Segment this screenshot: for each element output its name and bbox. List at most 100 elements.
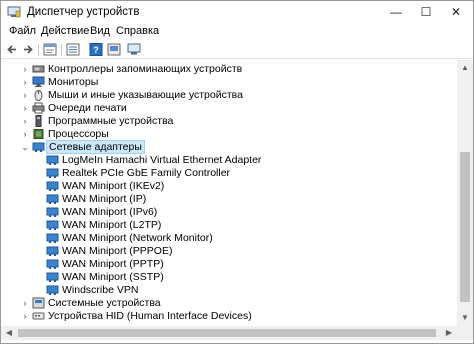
adapter-item[interactable]: WAN Miniport (PPPOE) — [1, 245, 441, 258]
hid-icon — [32, 312, 45, 320]
network-adapter-icon — [46, 246, 59, 256]
tree-category[interactable]: › Контроллеры запоминающих устройств — [1, 63, 441, 76]
processor-icon — [33, 129, 44, 139]
network-adapter-icon — [46, 285, 59, 295]
svg-text:?: ? — [93, 45, 99, 55]
expand-chevron-icon[interactable]: › — [20, 63, 30, 76]
adapter-item[interactable]: LogMeIn Hamachi Virtual Ethernet Adapter — [1, 154, 441, 167]
monitor-icon — [32, 76, 45, 87]
network-adapter-icon — [46, 233, 59, 243]
adapter-label: WAN Miniport (Network Monitor) — [62, 232, 213, 244]
network-adapter-icon — [46, 194, 59, 204]
adapter-item[interactable]: WAN Miniport (SSTP) — [1, 271, 441, 284]
adapter-item[interactable]: Windscribe VPN — [1, 284, 441, 297]
scroll-left-arrow-icon[interactable]: ◀ — [1, 326, 17, 340]
scroll-right-arrow-icon[interactable]: ▶ — [441, 326, 457, 340]
toolbar: ? — [1, 41, 473, 59]
adapter-label: Realtek PCIe GbE Family Controller — [62, 167, 231, 179]
adapter-label: WAN Miniport (PPPOE) — [62, 245, 173, 257]
tree-category-label: Очереди печати — [48, 102, 127, 114]
menu-bar: Файл Действие Вид Справка — [1, 23, 473, 41]
tree-category[interactable]: › Очереди печати — [1, 102, 441, 115]
menu-help[interactable]: Справка — [116, 25, 159, 37]
expand-chevron-icon[interactable]: › — [20, 76, 30, 89]
scrollbar-corner — [457, 326, 473, 340]
tree-category[interactable]: › Устройства HID (Human Interface Device… — [1, 310, 441, 323]
network-adapter-icon — [46, 181, 59, 191]
scroll-up-arrow-icon[interactable]: ▲ — [457, 60, 473, 76]
device-manager-window: Диспетчер устройств — ☐ ✕ Файл Действие … — [0, 0, 474, 344]
vertical-scrollbar[interactable]: ▲ ▼ — [457, 60, 473, 326]
expand-chevron-icon[interactable]: › — [20, 297, 30, 310]
network-adapter-icon — [46, 272, 59, 282]
adapter-item[interactable]: WAN Miniport (Network Monitor) — [1, 232, 441, 245]
tree-category-label: Мониторы — [48, 76, 99, 88]
device-tree[interactable]: › Контроллеры запоминающих устройств › М… — [1, 60, 457, 326]
expand-chevron-icon[interactable]: › — [20, 89, 30, 102]
tree-category-label: Контроллеры запоминающих устройств — [48, 63, 243, 75]
menu-action[interactable]: Действие — [41, 25, 89, 37]
scroll-thumb[interactable] — [18, 329, 436, 337]
tree-category-label: Системные устройства — [48, 297, 161, 309]
scroll-thumb[interactable] — [460, 152, 470, 302]
adapter-label: WAN Miniport (PPTP) — [62, 258, 164, 270]
driver-icon[interactable] — [107, 43, 121, 56]
adapter-label: Windscribe VPN — [62, 284, 139, 296]
tree-category-label-selected: Сетевые адаптеры — [46, 140, 145, 154]
adapter-item[interactable]: WAN Miniport (IP) — [1, 193, 441, 206]
title-bar[interactable]: Диспетчер устройств — ☐ ✕ — [1, 1, 473, 23]
collapse-chevron-icon[interactable]: ⌄ — [20, 141, 30, 154]
network-adapter-icon — [46, 220, 59, 230]
software-device-icon — [35, 115, 42, 127]
scan-icon[interactable] — [127, 43, 141, 56]
network-adapter-icon — [46, 155, 59, 165]
adapter-label: WAN Miniport (IKEv2) — [62, 180, 165, 192]
expand-chevron-icon[interactable]: › — [20, 128, 30, 141]
back-arrow-icon[interactable] — [5, 43, 19, 56]
expand-chevron-icon[interactable]: › — [20, 102, 30, 115]
adapter-label: LogMeIn Hamachi Virtual Ethernet Adapter — [62, 154, 262, 166]
window-title: Диспетчер устройств — [27, 6, 140, 18]
menu-view[interactable]: Вид — [90, 25, 110, 37]
adapter-item[interactable]: WAN Miniport (IKEv2) — [1, 180, 441, 193]
maximize-button[interactable]: ☐ — [411, 1, 441, 23]
adapter-item[interactable]: Realtek PCIe GbE Family Controller — [1, 167, 441, 180]
forward-arrow-icon[interactable] — [21, 43, 35, 56]
horizontal-scrollbar[interactable]: ◀ ▶ — [1, 326, 457, 340]
adapter-item[interactable]: WAN Miniport (IPv6) — [1, 206, 441, 219]
system-device-icon — [32, 297, 45, 309]
expand-chevron-icon[interactable]: › — [20, 115, 30, 128]
printer-icon — [32, 102, 45, 114]
mouse-icon — [34, 90, 43, 101]
adapter-label: WAN Miniport (IPv6) — [62, 206, 158, 218]
tree-category-expanded[interactable]: ⌄ Сетевые адаптеры — [1, 140, 441, 154]
toolbar-separator — [61, 44, 62, 56]
adapter-label: WAN Miniport (SSTP) — [62, 271, 164, 283]
properties-icon[interactable] — [43, 43, 57, 56]
tree-category[interactable]: › Системные устройства — [1, 297, 441, 310]
menu-file[interactable]: Файл — [9, 25, 36, 37]
tree-category-label: Мыши и иные указывающие устройства — [48, 89, 243, 101]
minimize-button[interactable]: — — [381, 1, 411, 23]
tree-category-label: Программные устройства — [48, 115, 174, 127]
network-adapter-icon — [46, 207, 59, 217]
network-adapter-icon — [46, 168, 59, 178]
scroll-down-arrow-icon[interactable]: ▼ — [457, 310, 473, 326]
tree-category[interactable]: › Мониторы — [1, 76, 441, 89]
tree-category[interactable]: › Программные устройства — [1, 115, 441, 128]
adapter-item[interactable]: WAN Miniport (L2TP) — [1, 219, 441, 232]
help-icon[interactable]: ? — [89, 43, 103, 56]
device-manager-icon — [7, 6, 21, 18]
expand-chevron-icon[interactable]: › — [20, 310, 30, 323]
tree-category[interactable]: › Мыши и иные указывающие устройства — [1, 89, 441, 102]
adapter-item[interactable]: WAN Miniport (PPTP) — [1, 258, 441, 271]
storage-controller-icon — [32, 65, 45, 73]
tree-category-label: Устройства HID (Human Interface Devices) — [48, 310, 252, 322]
adapter-label: WAN Miniport (IP) — [62, 193, 147, 205]
close-button[interactable]: ✕ — [441, 1, 471, 23]
view-icon[interactable] — [66, 43, 80, 56]
network-adapter-icon — [46, 259, 59, 269]
network-adapter-icon — [32, 142, 45, 152]
toolbar-separator — [38, 44, 39, 56]
adapter-label: WAN Miniport (L2TP) — [62, 219, 162, 231]
